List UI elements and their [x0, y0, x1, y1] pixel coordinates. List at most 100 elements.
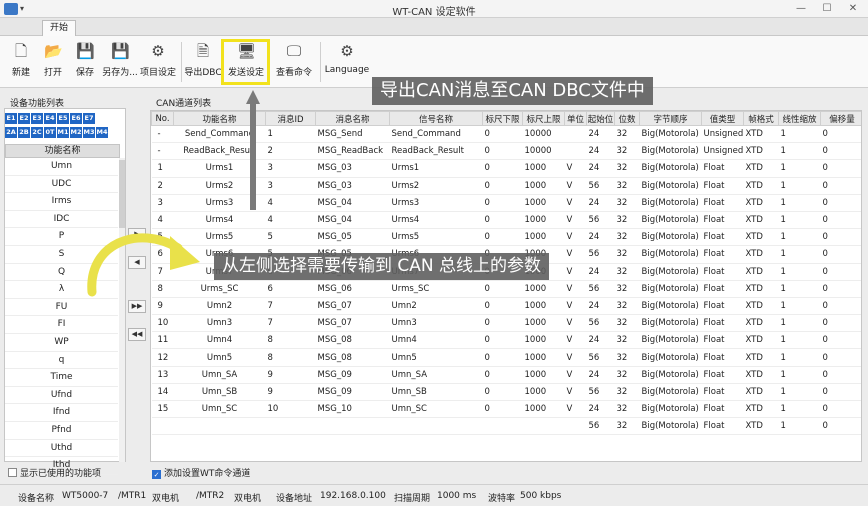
table-cell[interactable]: 56 [586, 383, 615, 402]
grid-column-header[interactable]: 帧格式 [743, 111, 779, 126]
table-cell[interactable]: Float [701, 280, 744, 298]
table-cell[interactable]: XTD [743, 142, 779, 161]
table-cell[interactable]: 1000 [522, 331, 565, 350]
table-cell[interactable]: 1000 [522, 314, 565, 333]
table-row[interactable]: 8 Urms_SC 6 MSG_06 Urms_SC 0 1000 V 56 32 Big(Moto… [151, 280, 861, 298]
table-cell[interactable]: MSG_04 [315, 211, 390, 230]
table-cell[interactable]: MSG_06 [315, 280, 390, 298]
table-cell[interactable]: 10 [151, 314, 174, 333]
table-cell[interactable]: Big(Motorola) [639, 159, 702, 178]
device-badge[interactable]: E1 [5, 113, 17, 124]
table-cell[interactable]: 32 [614, 314, 640, 333]
table-cell[interactable]: Umn4 [389, 331, 483, 350]
table-row[interactable]: 12 Umn5 8 MSG_08 Umn5 0 1000 V 56 32 Big(Motorola)… [151, 348, 861, 367]
table-cell[interactable]: 1 [778, 228, 821, 247]
table-cell[interactable]: Float [701, 159, 744, 178]
table-cell[interactable]: Float [701, 366, 744, 384]
table-cell[interactable] [482, 417, 523, 436]
table-cell[interactable]: 6 [265, 280, 316, 298]
table-cell[interactable]: Big(Motorola) [639, 125, 702, 144]
table-cell[interactable]: 1 [778, 177, 821, 195]
grid-column-header[interactable]: 起始位 [586, 111, 615, 126]
table-cell[interactable]: 32 [614, 245, 640, 264]
device-badge[interactable]: E4 [44, 113, 56, 124]
table-cell[interactable]: 24 [586, 366, 615, 384]
table-cell[interactable]: 1000 [522, 297, 565, 316]
function-list-item[interactable]: Uthd [5, 440, 118, 458]
table-cell[interactable]: 1 [778, 314, 821, 333]
table-cell[interactable]: 0 [820, 331, 861, 350]
table-cell[interactable]: 24 [586, 228, 615, 247]
table-cell[interactable]: Umn_SC [389, 400, 483, 419]
table-cell[interactable] [564, 142, 587, 161]
table-cell[interactable]: 24 [586, 142, 615, 161]
table-cell[interactable]: 7 [265, 297, 316, 316]
table-cell[interactable]: 13 [151, 366, 174, 384]
table-cell[interactable]: XTD [743, 194, 779, 212]
table-cell[interactable]: 24 [586, 125, 615, 144]
table-cell[interactable]: V [564, 177, 587, 195]
table-cell[interactable]: 3 [265, 159, 316, 178]
table-cell[interactable]: 0 [820, 400, 861, 419]
table-cell[interactable]: Umn3 [173, 314, 266, 333]
table-cell[interactable]: V [564, 159, 587, 178]
table-cell[interactable]: V [564, 348, 587, 367]
new-button[interactable]: 🗋 新建 [6, 40, 36, 84]
table-cell[interactable]: XTD [743, 331, 779, 350]
table-cell[interactable] [522, 417, 565, 436]
function-list-item[interactable]: FI [5, 316, 118, 334]
view-commands-button[interactable]: 🖵 查看命令 [272, 40, 316, 84]
project-settings-button[interactable]: ⚙ 项目设定 [138, 40, 178, 84]
table-cell[interactable]: MSG_03 [315, 159, 390, 178]
table-cell[interactable]: V [564, 245, 587, 264]
table-cell[interactable]: MSG_09 [315, 366, 390, 384]
table-cell[interactable]: 3 [265, 177, 316, 195]
table-cell[interactable]: 1000 [522, 211, 565, 230]
table-cell[interactable]: XTD [743, 125, 779, 144]
table-cell[interactable]: Float [701, 263, 744, 281]
table-cell[interactable]: 0 [820, 263, 861, 281]
table-cell[interactable]: XTD [743, 348, 779, 367]
table-cell[interactable]: 1000 [522, 366, 565, 384]
table-cell[interactable]: Big(Motorola) [639, 297, 702, 316]
table-cell[interactable]: Big(Motorola) [639, 211, 702, 230]
table-cell[interactable]: XTD [743, 211, 779, 230]
table-cell[interactable]: 56 [586, 314, 615, 333]
device-badge[interactable]: 2A [5, 127, 17, 138]
device-badge[interactable]: M4 [96, 127, 108, 138]
table-cell[interactable]: 4 [265, 211, 316, 230]
add-wt-channel-checkbox-row[interactable]: ✓ 添加设置WT命令通道 [152, 466, 250, 479]
function-list-item[interactable]: WP [5, 334, 118, 352]
grid-column-header[interactable]: 标尺上限 [522, 111, 565, 126]
table-cell[interactable]: MSG_05 [315, 228, 390, 247]
table-cell[interactable]: 3 [151, 194, 174, 212]
table-cell[interactable]: 1 [778, 211, 821, 230]
table-cell[interactable]: 0 [820, 297, 861, 316]
table-cell[interactable]: 14 [151, 383, 174, 402]
table-cell[interactable]: Float [701, 177, 744, 195]
table-cell[interactable]: 0 [820, 194, 861, 212]
table-cell[interactable]: 56 [586, 280, 615, 298]
table-cell[interactable]: 0 [482, 400, 523, 419]
device-badge[interactable]: E2 [18, 113, 30, 124]
remove-all-button[interactable]: ◀◀ [128, 328, 146, 341]
save-as-button[interactable]: 💾 另存为... [101, 40, 139, 84]
table-cell[interactable]: 9 [265, 366, 316, 384]
table-cell[interactable]: Umn_SC [173, 400, 266, 419]
table-cell[interactable]: 56 [586, 211, 615, 230]
device-badge[interactable]: E6 [70, 113, 82, 124]
show-used-checkbox[interactable] [8, 468, 17, 477]
minimize-button[interactable]: — [792, 1, 810, 16]
table-cell[interactable] [564, 125, 587, 144]
table-row[interactable]: 15 Umn_SC 10 MSG_10 Umn_SC 0 1000 V 24 32 Big(Moto… [151, 400, 861, 419]
table-cell[interactable]: 12 [151, 348, 174, 367]
tab-start[interactable]: 开始 [42, 20, 76, 36]
device-badge[interactable]: E5 [57, 113, 69, 124]
table-cell[interactable]: XTD [743, 314, 779, 333]
table-row[interactable]: 9 Umn2 7 MSG_07 Umn2 0 1000 V 24 32 Big(Motorola) F… [151, 297, 861, 316]
table-cell[interactable]: 32 [614, 263, 640, 281]
table-cell[interactable]: 24 [586, 263, 615, 281]
function-list-item[interactable]: Ufnd [5, 387, 118, 405]
table-cell[interactable]: MSG_03 [315, 177, 390, 195]
table-row[interactable]: 56 32 Big(Motorola) Float XTD 1 0 [151, 417, 861, 436]
